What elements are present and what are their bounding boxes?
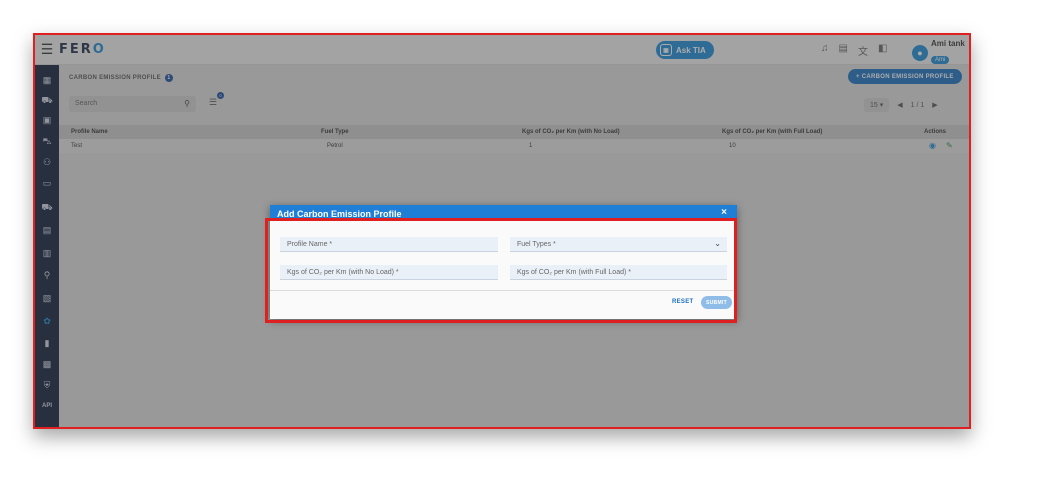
- close-icon[interactable]: ×: [721, 207, 727, 218]
- highlight-box: [265, 218, 737, 323]
